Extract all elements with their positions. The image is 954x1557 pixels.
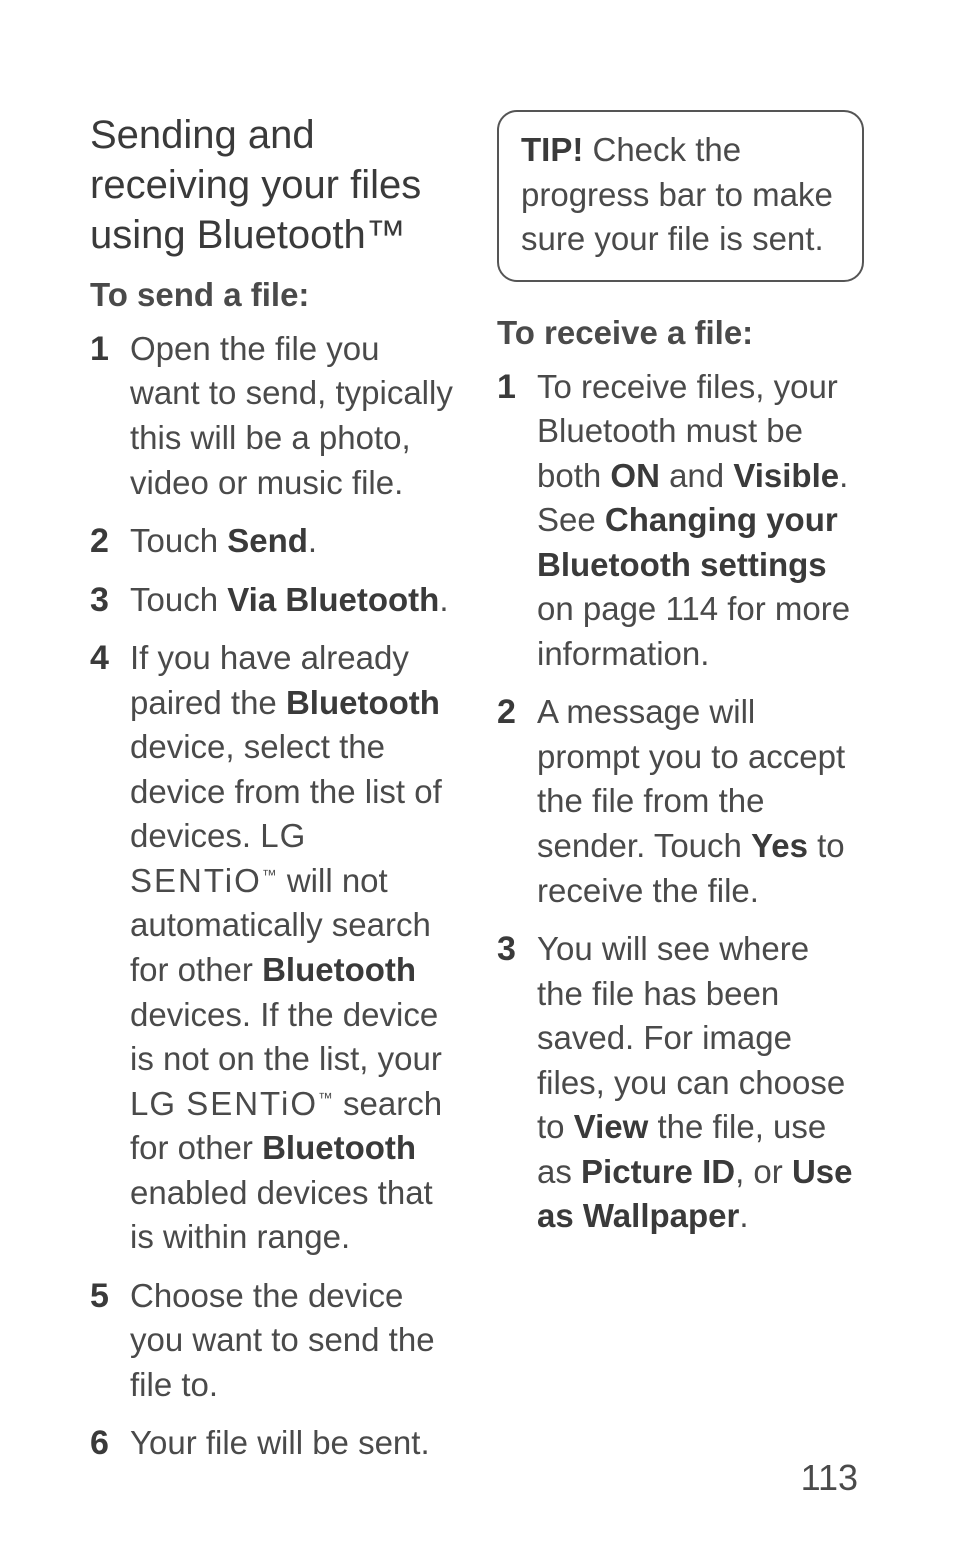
- send-step-3: Touch Via Bluetooth.: [90, 578, 457, 623]
- two-column-layout: Sending and receiving your files using B…: [90, 110, 864, 1480]
- trademark-symbol: ™: [262, 868, 278, 884]
- step-text-b2: Bluetooth: [262, 951, 416, 988]
- step-text-suffix: .: [308, 522, 317, 559]
- receive-step-1: To receive files, your Bluetooth must be…: [497, 365, 864, 677]
- step-text-b1: ON: [610, 457, 660, 494]
- step-text-s6: enabled devices that is within range.: [130, 1174, 433, 1256]
- step-text-s4: on page 114 for more information.: [537, 590, 850, 672]
- left-column: Sending and receiving your files using B…: [90, 110, 457, 1480]
- tip-label: TIP!: [521, 131, 583, 168]
- step-text: Your file will be sent.: [130, 1424, 430, 1461]
- step-text-b1: View: [574, 1108, 649, 1145]
- receive-steps-list: To receive files, your Bluetooth must be…: [497, 365, 864, 1239]
- step-text-bold: Send: [227, 522, 308, 559]
- step-text-s3: , or: [735, 1153, 792, 1190]
- receive-step-2: A message will prompt you to accept the …: [497, 690, 864, 913]
- step-text-suffix: .: [439, 581, 448, 618]
- step-text-s4: devices. If the device is not on the lis…: [130, 996, 442, 1078]
- step-text-prefix: Touch: [130, 581, 227, 618]
- send-file-heading: To send a file:: [90, 274, 457, 317]
- send-step-6: Your file will be sent.: [90, 1421, 457, 1466]
- brand-logo-text: LG SENTiO™: [130, 1085, 334, 1122]
- receive-step-3: You will see where the file has been sav…: [497, 927, 864, 1239]
- right-column: TIP! Check the progress bar to make sure…: [497, 110, 864, 1480]
- send-step-4: If you have already paired the Bluetooth…: [90, 636, 457, 1260]
- manual-page: Sending and receiving your files using B…: [0, 0, 954, 1557]
- receive-file-heading: To receive a file:: [497, 312, 864, 355]
- step-text-b2: Visible: [733, 457, 839, 494]
- send-step-5: Choose the device you want to send the f…: [90, 1274, 457, 1408]
- step-text-b1: Yes: [751, 827, 808, 864]
- step-text-s2: and: [660, 457, 733, 494]
- step-text: Open the file you want to send, typicall…: [130, 330, 453, 501]
- step-text-b3: Bluetooth: [262, 1129, 416, 1166]
- send-steps-list: Open the file you want to send, typicall…: [90, 327, 457, 1466]
- step-text-b1: Bluetooth: [286, 684, 440, 721]
- send-step-1: Open the file you want to send, typicall…: [90, 327, 457, 505]
- step-text-prefix: Touch: [130, 522, 227, 559]
- step-text-s4: .: [739, 1197, 748, 1234]
- page-number: 113: [801, 1457, 858, 1499]
- send-step-2: Touch Send.: [90, 519, 457, 564]
- step-text-bold: Via Bluetooth: [227, 581, 439, 618]
- step-text: Choose the device you want to send the f…: [130, 1277, 435, 1403]
- step-text-b2: Picture ID: [581, 1153, 735, 1190]
- section-title: Sending and receiving your files using B…: [90, 110, 457, 260]
- tip-callout-box: TIP! Check the progress bar to make sure…: [497, 110, 864, 282]
- trademark-symbol: ™: [318, 1091, 334, 1107]
